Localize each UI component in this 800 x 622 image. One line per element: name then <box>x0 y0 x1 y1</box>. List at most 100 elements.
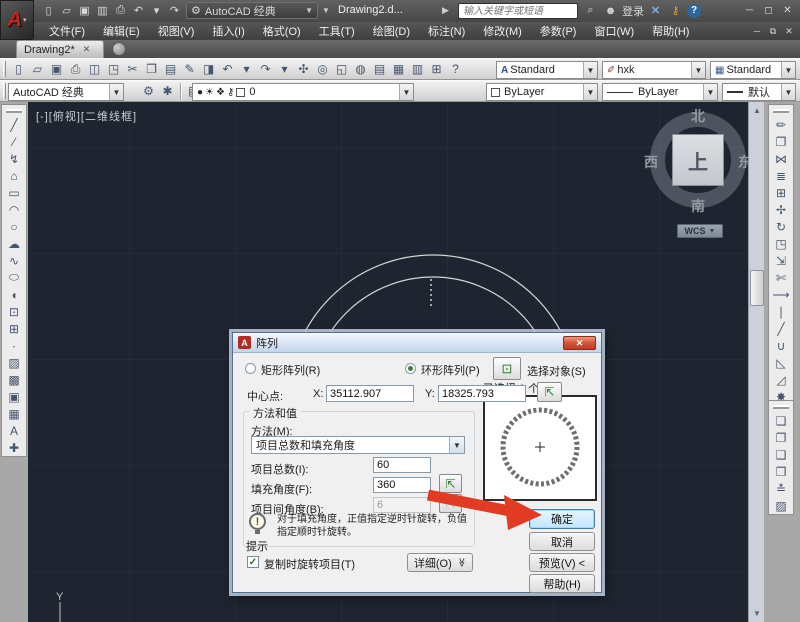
zoom-window-icon[interactable]: ◱ <box>332 60 351 78</box>
polar-array-radio[interactable] <box>405 363 416 374</box>
workspace-combo[interactable]: AutoCAD 经典 ▼ <box>8 83 124 101</box>
gradient-icon[interactable]: ▩ <box>3 371 25 388</box>
save-icon[interactable]: ▣ <box>76 2 93 19</box>
redo-dropdown-icon[interactable]: ▾ <box>275 60 294 78</box>
dialog-title-bar[interactable]: A 阵列 ✕ <box>233 333 601 353</box>
menu-modify[interactable]: 修改(M) <box>474 22 531 40</box>
table-icon[interactable]: ▦ <box>3 405 25 422</box>
layer-on-bulb-icon[interactable]: ● <box>197 87 203 98</box>
scale-icon[interactable]: ◳ <box>770 235 792 252</box>
match-properties-icon[interactable]: ✎ <box>180 60 199 78</box>
window-minimize-button[interactable]: ─ <box>741 2 758 19</box>
zoom-realtime-icon[interactable]: ◎ <box>313 60 332 78</box>
pan-icon[interactable]: ✣ <box>294 60 313 78</box>
save-icon[interactable]: ▣ <box>47 60 66 78</box>
polar-array-label[interactable]: 环形阵列(P) <box>421 362 480 378</box>
fill-angle-field[interactable] <box>373 477 431 493</box>
text-style-combo[interactable]: A Standard ▼ <box>496 61 598 79</box>
new-file-icon[interactable]: ▯ <box>9 60 28 78</box>
menu-parametric[interactable]: 参数(P) <box>531 22 586 40</box>
array-icon[interactable]: ⊞ <box>770 184 792 201</box>
open-file-icon[interactable]: ▱ <box>28 60 47 78</box>
menu-dimension[interactable]: 标注(N) <box>419 22 474 40</box>
cancel-button[interactable]: 取消 <box>529 532 595 551</box>
compass-south-label[interactable]: 南 <box>691 196 705 216</box>
scroll-down-icon[interactable]: ▼ <box>750 606 764 620</box>
extend-icon[interactable]: ⟶ <box>770 286 792 303</box>
linetype-combo[interactable]: ByLayer ▼ <box>602 83 718 101</box>
tab-close-icon[interactable]: ✕ <box>83 44 91 55</box>
compass-north-label[interactable]: 北 <box>691 106 705 126</box>
stretch-icon[interactable]: ⇲ <box>770 252 792 269</box>
method-dropdown[interactable]: 项目总数和填充角度 ▼ <box>251 436 465 454</box>
designcenter-icon[interactable]: ▦ <box>389 60 408 78</box>
layer-lock-icon[interactable]: ⚷ <box>227 87 234 98</box>
ellipse-arc-icon[interactable]: ◖ <box>3 286 25 303</box>
insert-block-icon[interactable]: ⊡ <box>3 303 25 320</box>
layer-vp-freeze-icon[interactable]: ❖ <box>216 87 225 98</box>
undo-dropdown-icon[interactable]: ▾ <box>148 2 165 19</box>
search-input[interactable] <box>458 3 578 19</box>
plot-preview-icon[interactable]: ◫ <box>85 60 104 78</box>
offset-icon[interactable]: ≣ <box>770 167 792 184</box>
workspace-lock-icon[interactable]: ✱ <box>158 82 177 100</box>
plot-icon[interactable]: ⎙ <box>66 60 85 78</box>
new-tab-button[interactable] <box>112 42 126 56</box>
wcs-dropdown[interactable]: WCS ▼ <box>677 224 723 238</box>
spline-icon[interactable]: ∿ <box>3 252 25 269</box>
toolbar-grip[interactable] <box>6 109 22 113</box>
mirror-icon[interactable]: ⋈ <box>770 150 792 167</box>
point-icon[interactable]: ∙ <box>3 337 25 354</box>
menu-format[interactable]: 格式(O) <box>254 22 310 40</box>
cut-icon[interactable]: ✂ <box>123 60 142 78</box>
menu-help[interactable]: 帮助(H) <box>643 22 698 40</box>
exchange-x-icon[interactable]: ✕ <box>647 2 664 19</box>
select-objects-button[interactable]: ⊡ <box>493 357 521 380</box>
workspace-dropdown[interactable]: ⚙ AutoCAD 经典 ▼ <box>186 2 318 19</box>
dialog-close-button[interactable]: ✕ <box>563 336 596 350</box>
menu-draw[interactable]: 绘图(D) <box>364 22 419 40</box>
window-close-button[interactable]: ✕ <box>779 2 796 19</box>
hatch-icon[interactable]: ▨ <box>3 354 25 371</box>
signin-person-icon[interactable]: ☻ <box>602 2 619 19</box>
scroll-up-icon[interactable]: ▲ <box>750 103 764 117</box>
rotate-items-checkbox[interactable] <box>247 556 259 568</box>
arc-icon[interactable]: ◠ <box>3 201 25 218</box>
redo-icon[interactable]: ↷ <box>256 60 275 78</box>
plot-icon[interactable]: ⎙ <box>112 2 129 19</box>
help-icon[interactable]: ? <box>446 60 465 78</box>
copy-icon[interactable]: ❐ <box>770 133 792 150</box>
menu-edit[interactable]: 编辑(E) <box>94 22 149 40</box>
search-icon[interactable]: ⌕ <box>582 2 599 19</box>
menu-file[interactable]: 文件(F) <box>40 22 94 40</box>
construction-line-icon[interactable]: ∕ <box>3 133 25 150</box>
select-objects-label[interactable]: 选择对象(S) <box>527 363 586 379</box>
doc-minimize-button[interactable]: ─ <box>750 24 764 38</box>
add-selected-icon[interactable]: ✚ <box>3 439 25 456</box>
preview-button[interactable]: 预览(V) < <box>529 553 595 572</box>
circle-icon[interactable]: ○ <box>3 218 25 235</box>
send-under-icon[interactable]: ❒ <box>770 463 792 480</box>
properties-palette-icon[interactable]: ▤ <box>370 60 389 78</box>
rectangle-icon[interactable]: ▭ <box>3 184 25 201</box>
scrollbar-thumb[interactable] <box>750 270 764 306</box>
block-editor-icon[interactable]: ◨ <box>199 60 218 78</box>
trim-icon[interactable]: ✄ <box>770 269 792 286</box>
detail-button[interactable]: 详细(O) ≫ <box>407 553 473 572</box>
undo-icon[interactable]: ↶ <box>218 60 237 78</box>
layer-combo[interactable]: ●☀❖⚷ 0 ▼ <box>192 83 414 101</box>
compass-west-label[interactable]: 西 <box>644 152 658 172</box>
save-as-icon[interactable]: ▥ <box>94 2 111 19</box>
compass-east-label[interactable]: 东 <box>738 152 748 172</box>
workspace-settings-icon[interactable]: ⚙ <box>139 82 158 100</box>
bring-above-icon[interactable]: ❑ <box>770 446 792 463</box>
help-button[interactable]: 帮助(H) <box>529 574 595 593</box>
revcloud-icon[interactable]: ☁ <box>3 235 25 252</box>
line-icon[interactable]: ╱ <box>3 116 25 133</box>
color-combo[interactable]: ByLayer ▼ <box>486 83 598 101</box>
move-icon[interactable]: ✢ <box>770 201 792 218</box>
fillet-icon[interactable]: ◿ <box>770 371 792 388</box>
doc-restore-button[interactable]: ⧉ <box>766 24 780 38</box>
menu-insert[interactable]: 插入(I) <box>203 22 253 40</box>
erase-icon[interactable]: ✏ <box>770 116 792 133</box>
